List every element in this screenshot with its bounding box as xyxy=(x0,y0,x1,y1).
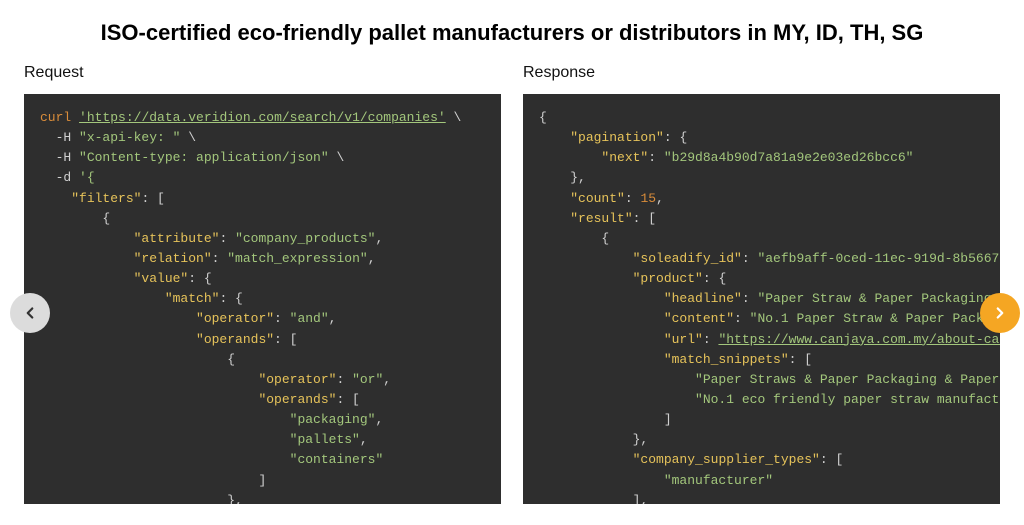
chevron-right-icon xyxy=(991,304,1009,322)
request-column: Request curl 'https://data.veridion.com/… xyxy=(24,64,501,504)
page: ISO-certified eco-friendly pallet manufa… xyxy=(0,0,1024,525)
response-label: Response xyxy=(523,64,1000,82)
request-label: Request xyxy=(24,64,501,82)
curl-cmd: curl xyxy=(40,110,71,125)
page-title: ISO-certified eco-friendly pallet manufa… xyxy=(0,0,1024,46)
columns: Request curl 'https://data.veridion.com/… xyxy=(0,46,1024,504)
response-column: Response { "pagination": { "next": "b29d… xyxy=(523,64,1000,504)
response-code[interactable]: { "pagination": { "next": "b29d8a4b90d7a… xyxy=(523,94,1000,504)
previous-button[interactable] xyxy=(10,293,50,333)
request-url: 'https://data.veridion.com/search/v1/com… xyxy=(79,110,446,125)
chevron-left-icon xyxy=(21,304,39,322)
request-code[interactable]: curl 'https://data.veridion.com/search/v… xyxy=(24,94,501,504)
next-button[interactable] xyxy=(980,293,1020,333)
